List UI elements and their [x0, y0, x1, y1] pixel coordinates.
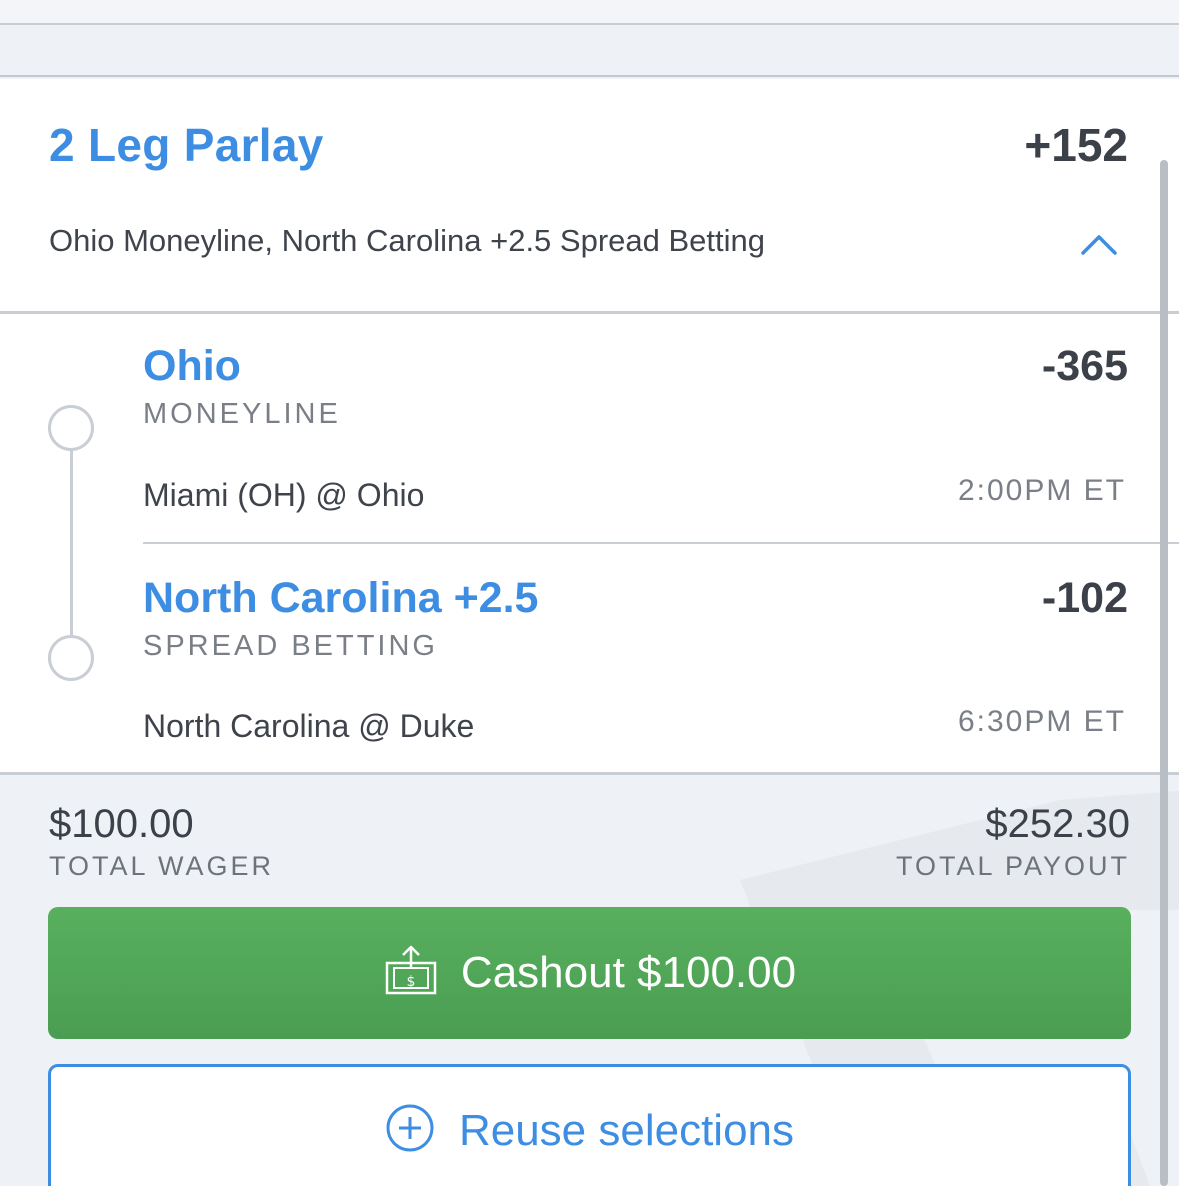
plus-circle-icon — [386, 1104, 434, 1152]
parlay-title: 2 Leg Parlay — [49, 119, 324, 171]
parlay-description: Ohio Moneyline, North Carolina +2.5 Spre… — [49, 223, 765, 258]
total-wager-amount: $100.00 — [49, 802, 194, 846]
cashout-money-icon: $ — [385, 945, 437, 995]
leg-2-odds: -102 — [1041, 574, 1128, 622]
leg-1-odds: -365 — [1041, 342, 1128, 390]
leg-2-selection: North Carolina +2.5 — [143, 574, 539, 622]
summary-divider — [0, 772, 1179, 775]
header-divider — [0, 311, 1179, 314]
leg-1-market: MONEYLINE — [143, 398, 341, 430]
top-strip — [0, 0, 1179, 25]
leg-1-matchup: Miami (OH) @ Ohio — [143, 477, 425, 513]
svg-text:$: $ — [406, 974, 415, 990]
leg-2-market: SPREAD BETTING — [143, 630, 438, 662]
leg-1-time: 2:00PM ET — [957, 474, 1126, 507]
total-wager-label: TOTAL WAGER — [49, 851, 275, 881]
leg-divider — [143, 542, 1179, 544]
leg-1-selection: Ohio — [143, 342, 241, 390]
timeline-dot-leg-2 — [48, 635, 94, 681]
parlay-odds: +152 — [1024, 119, 1128, 171]
leg-2-time: 6:30PM ET — [957, 705, 1126, 738]
total-payout-label: TOTAL PAYOUT — [895, 851, 1130, 881]
chevron-up-icon[interactable] — [1080, 228, 1118, 258]
timeline-dot-leg-1 — [48, 405, 94, 451]
reuse-selections-button[interactable]: Reuse selections — [48, 1064, 1131, 1186]
timeline-connector — [70, 450, 73, 636]
section-header-strip — [0, 27, 1179, 77]
leg-2-matchup: North Carolina @ Duke — [143, 708, 475, 744]
cashout-button[interactable]: $ Cashout $100.00 — [48, 907, 1131, 1039]
cashout-button-label: Cashout $100.00 — [460, 948, 797, 997]
scrollbar[interactable] — [1160, 160, 1168, 1186]
reuse-selections-label: Reuse selections — [458, 1106, 795, 1155]
total-payout-amount: $252.30 — [985, 802, 1130, 846]
